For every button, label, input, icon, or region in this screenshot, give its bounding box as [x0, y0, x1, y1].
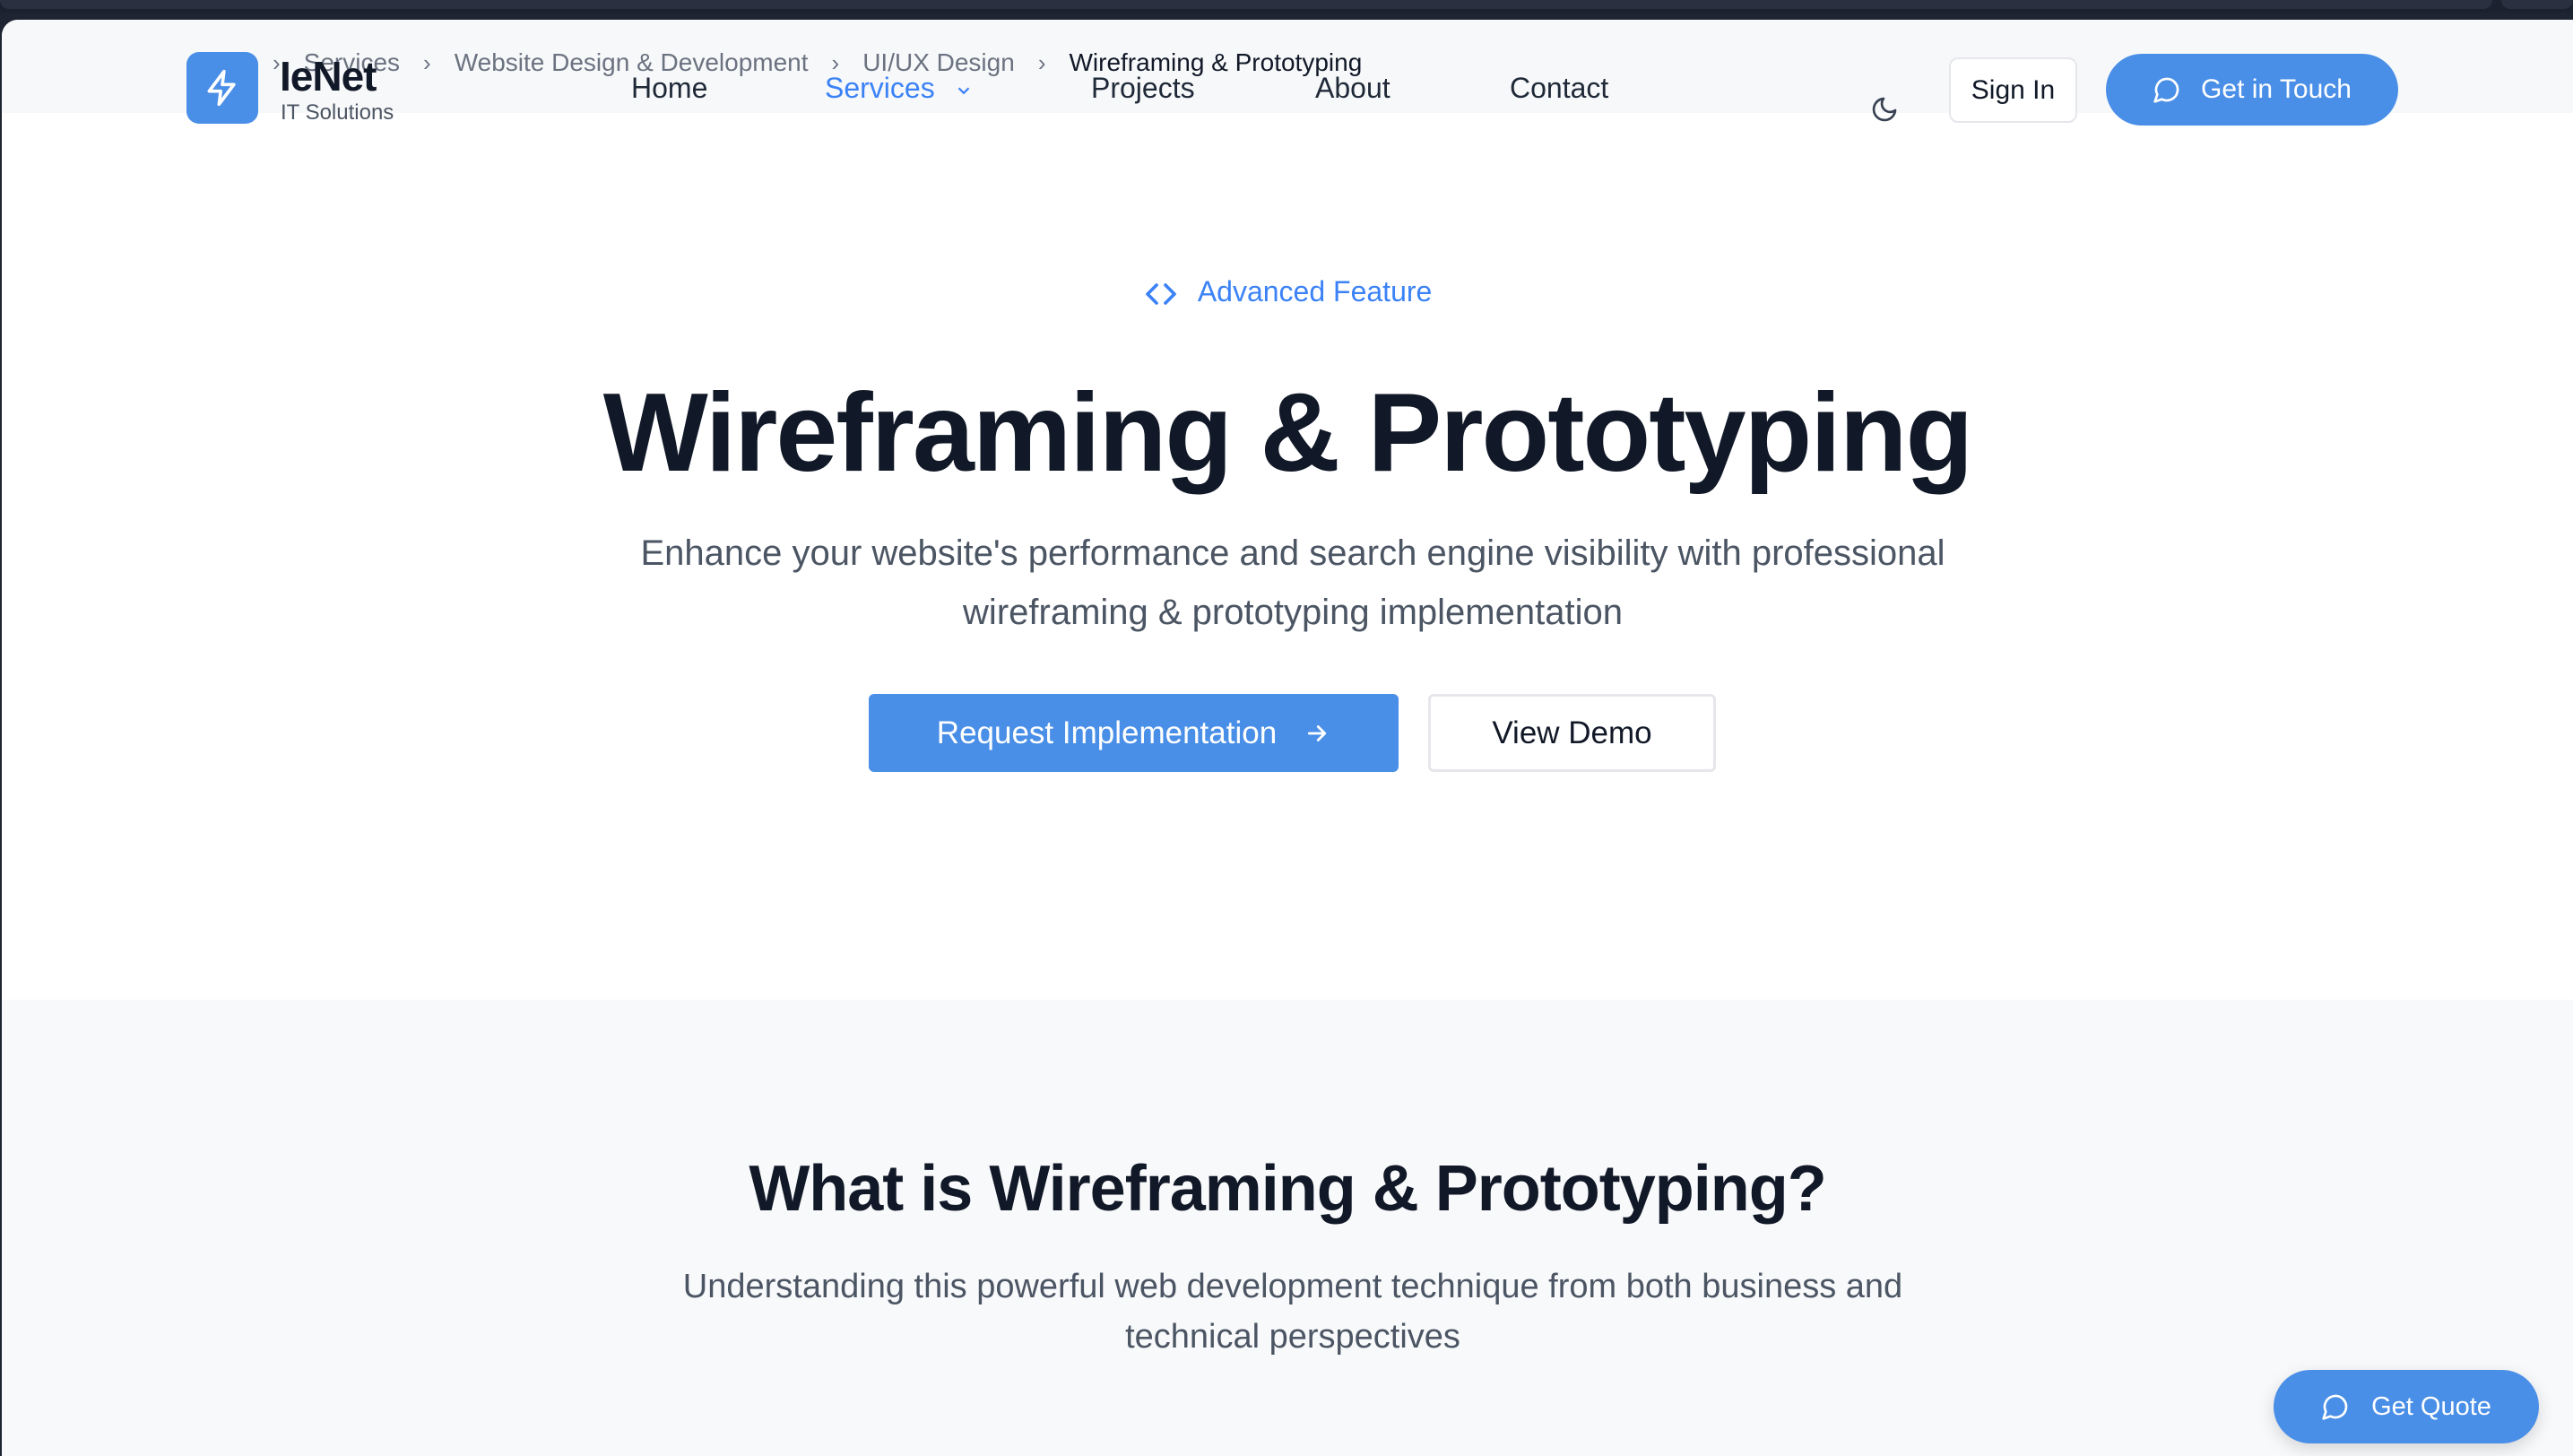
theme-toggle-button[interactable] — [1867, 91, 1902, 127]
code-icon — [1145, 282, 1176, 305]
request-implementation-label: Request Implementation — [936, 715, 1278, 750]
arrow-right-icon — [1308, 724, 1327, 741]
nav-services-label: Services — [825, 72, 935, 104]
what-is-section: What is Wireframing & Prototyping? Under… — [2, 1000, 2573, 1456]
brand-name[interactable]: IeNet — [280, 52, 377, 100]
get-quote-label: Get Quote — [2371, 1391, 2491, 1421]
request-implementation-button[interactable]: Request Implementation — [869, 694, 1399, 772]
nav-contact[interactable]: Contact — [1510, 72, 1608, 105]
nav-services[interactable]: Services — [825, 72, 974, 105]
get-in-touch-button[interactable]: Get in Touch — [2106, 54, 2398, 126]
get-in-touch-label: Get in Touch — [2201, 74, 2352, 104]
chat-bubble-icon — [2153, 77, 2179, 103]
chevron-right-icon: › — [423, 48, 431, 76]
browser-top-strip — [0, 0, 2573, 13]
view-demo-button[interactable]: View Demo — [1428, 694, 1716, 772]
brand-tagline: IT Solutions — [281, 100, 394, 125]
section-subtitle: Understanding this powerful web developm… — [682, 1268, 1903, 1356]
nav-home[interactable]: Home — [631, 72, 707, 105]
hero-badge: Advanced Feature — [2, 275, 2573, 312]
nav-about[interactable]: About — [1315, 72, 1390, 105]
section-title: What is Wireframing & Prototyping? — [749, 1153, 1826, 1225]
chevron-right-icon: › — [1037, 48, 1046, 76]
hero-subtitle: Enhance your website's performance and s… — [640, 533, 1945, 632]
chevron-down-icon — [957, 86, 969, 94]
hero-title: Wireframing & Prototyping — [602, 371, 1973, 495]
chat-bubble-icon — [2322, 1394, 2348, 1420]
sign-in-button[interactable]: Sign In — [1949, 57, 2077, 123]
get-quote-button[interactable]: Get Quote — [2274, 1370, 2539, 1443]
hero-badge-label: Advanced Feature — [1197, 275, 1433, 308]
moon-icon — [1872, 97, 1897, 122]
site-header: › Services › Website Design & Developmen… — [2, 20, 2573, 126]
nav-projects[interactable]: Projects — [1091, 72, 1195, 105]
page-frame: › Services › Website Design & Developmen… — [2, 20, 2573, 1456]
